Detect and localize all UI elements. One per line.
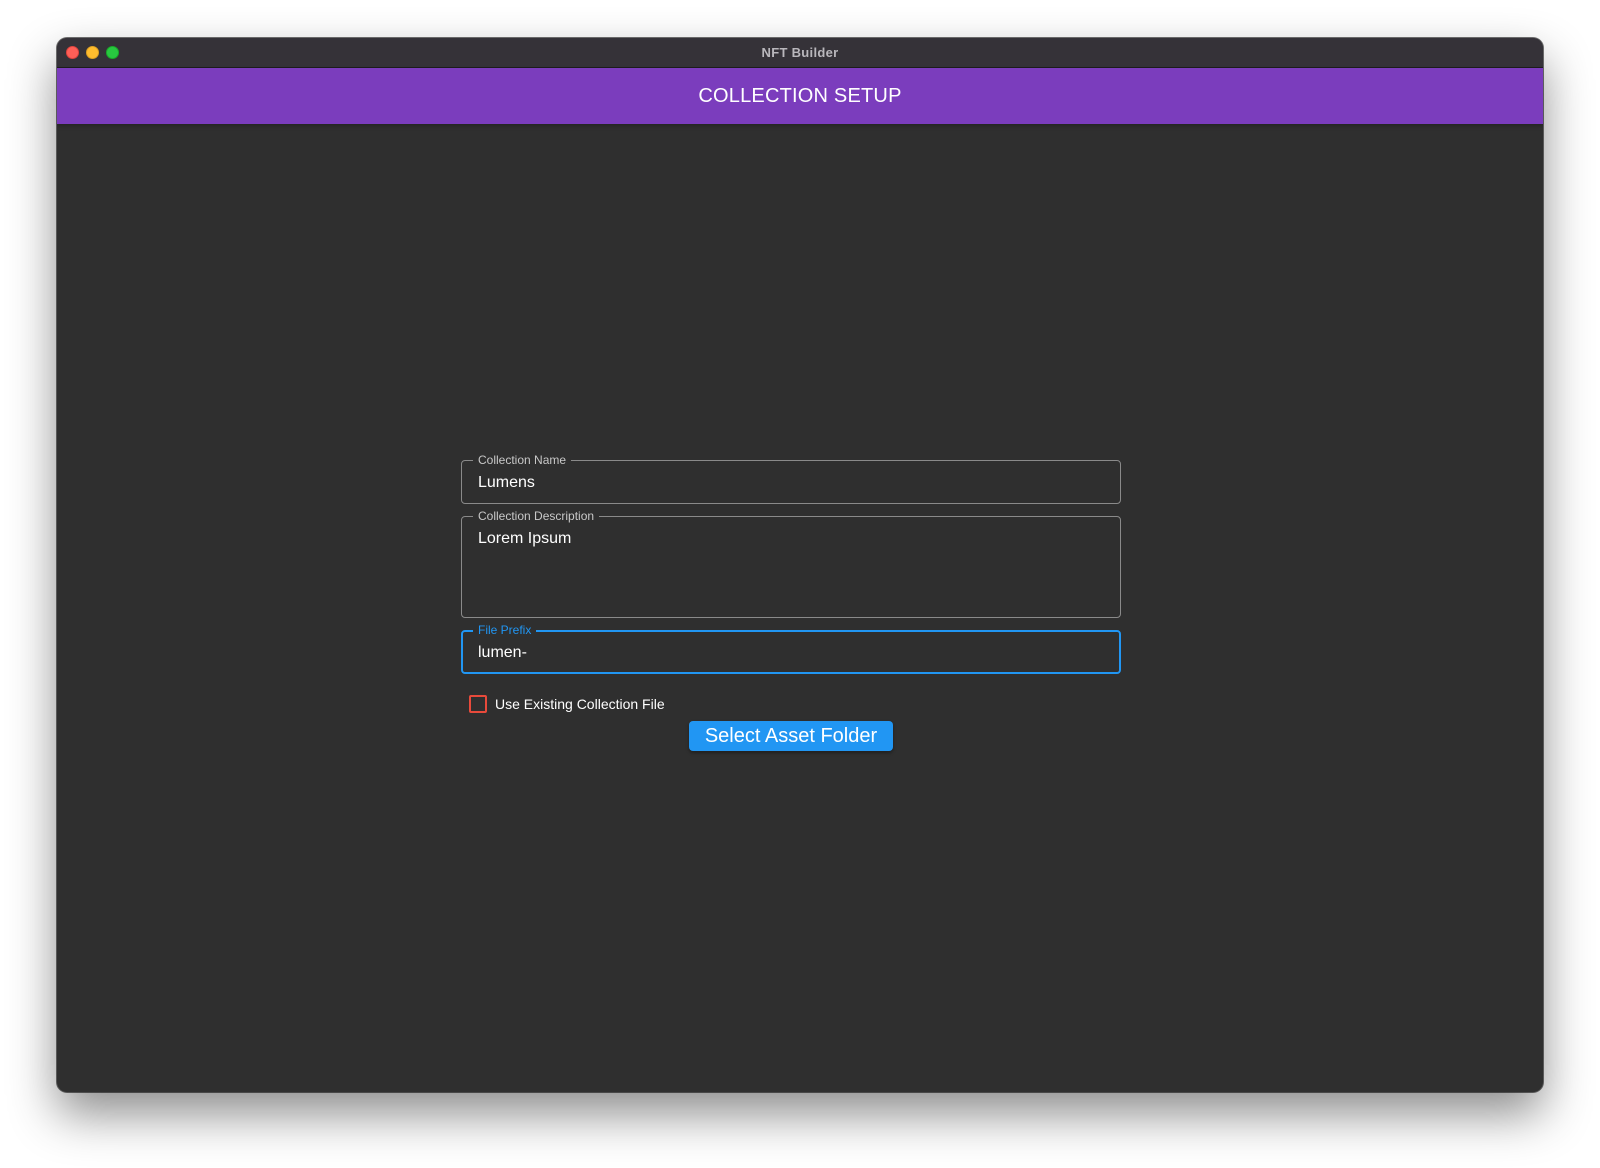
file-prefix-label: File Prefix [473,623,537,637]
app-bar: COLLECTION SETUP [57,68,1543,124]
collection-description-field: Collection Description Lorem Ipsum [461,509,1121,618]
collection-name-input[interactable] [478,473,1104,493]
collection-name-field: Collection Name [461,453,1121,504]
collection-setup-form: Collection Name Collection Description L… [461,453,1121,751]
use-existing-collection-label[interactable]: Use Existing Collection File [495,696,665,712]
file-prefix-input[interactable] [478,643,1103,663]
page-title: COLLECTION SETUP [698,84,902,107]
button-row: Select Asset Folder [461,721,1121,751]
collection-name-label: Collection Name [473,453,572,467]
collection-description-input[interactable]: Lorem Ipsum [478,529,1104,609]
app-window: NFT Builder COLLECTION SETUP Collection … [57,38,1543,1092]
collection-description-label: Collection Description [473,509,600,523]
use-existing-collection-checkbox[interactable] [469,695,487,713]
window-title: NFT Builder [761,45,839,60]
use-existing-collection-row[interactable]: Use Existing Collection File [461,692,1121,716]
window-titlebar[interactable]: NFT Builder [57,38,1543,68]
file-prefix-field: File Prefix [461,623,1121,674]
select-asset-folder-button[interactable]: Select Asset Folder [688,721,894,751]
